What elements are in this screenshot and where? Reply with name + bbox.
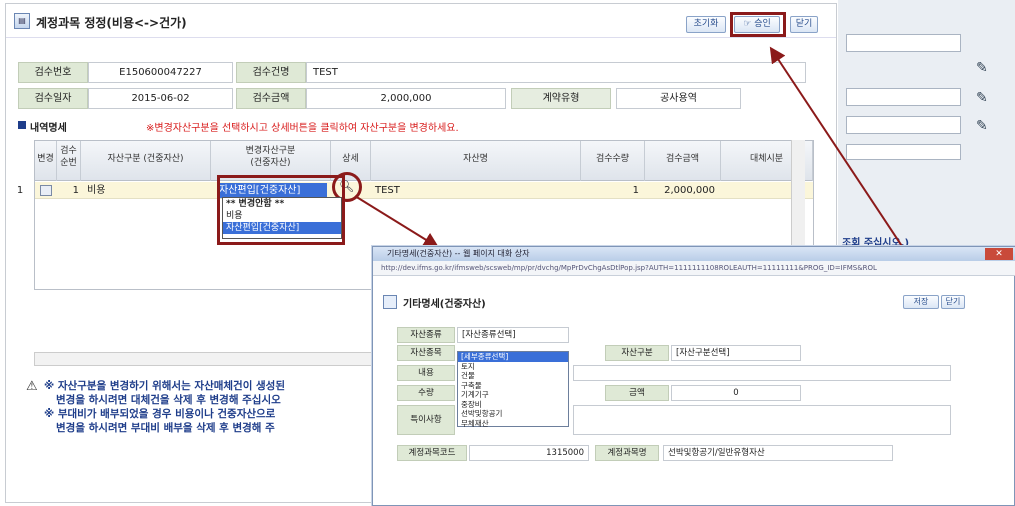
popup-window: 기타명세(건중자산) -- 웹 페이지 대화 상자 ✕ http://dev.i… (372, 246, 1015, 506)
amount-input[interactable]: 0 (671, 385, 801, 401)
asset-kind-select[interactable]: [자산종류선택] (457, 327, 569, 343)
content-label: 내용 (397, 365, 455, 381)
popup-url-bar: http://dev.ifms.go.kr/ifmsweb/scsweb/mp/… (373, 261, 1015, 276)
popup-close-button[interactable]: 닫기 (941, 295, 965, 309)
option-item[interactable]: 무체재산 (458, 419, 568, 429)
popup-window-icon (383, 295, 397, 309)
account-code-label: 계정과목코드 (397, 445, 467, 461)
popup-save-button[interactable]: 저장 (903, 295, 939, 309)
option-item[interactable]: 기계기구 (458, 390, 568, 400)
account-code-value: 1315000 (469, 445, 589, 461)
popup-close-icon[interactable]: ✕ (985, 248, 1013, 260)
special-textarea[interactable] (573, 405, 951, 435)
option-item[interactable]: 토지 (458, 362, 568, 372)
popup-title: 기타명세(건중자산) (403, 299, 486, 310)
content-input[interactable] (573, 365, 951, 381)
asset-type-option-list[interactable]: [세부종류선택] 토지 건물 구축물 기계기구 중장비 선박및항공기 무체재산 (457, 351, 569, 429)
special-label: 특이사항 (397, 405, 455, 435)
asset-kind-label: 자산종류 (397, 327, 455, 343)
asset-class-select[interactable]: [자산구분선택] (671, 345, 801, 361)
amount-label: 금액 (605, 385, 669, 401)
option-item[interactable]: [세부종류선택] (458, 352, 568, 362)
arrow-to-popup (354, 195, 440, 249)
option-item[interactable]: 중장비 (458, 400, 568, 410)
account-name-value: 선박및항공기/일반유형자산 (663, 445, 893, 461)
popup-titlebar: 기타명세(건중자산) -- 웹 페이지 대화 상자 (373, 247, 1015, 261)
asset-class-label: 자산구분 (605, 345, 669, 361)
option-item[interactable]: 건물 (458, 371, 568, 381)
asset-type-label: 자산종목 (397, 345, 455, 361)
option-item[interactable]: 선박및항공기 (458, 409, 568, 419)
qty-label: 수량 (397, 385, 455, 401)
account-name-label: 계정과목명 (595, 445, 659, 461)
option-item[interactable]: 구축물 (458, 381, 568, 391)
